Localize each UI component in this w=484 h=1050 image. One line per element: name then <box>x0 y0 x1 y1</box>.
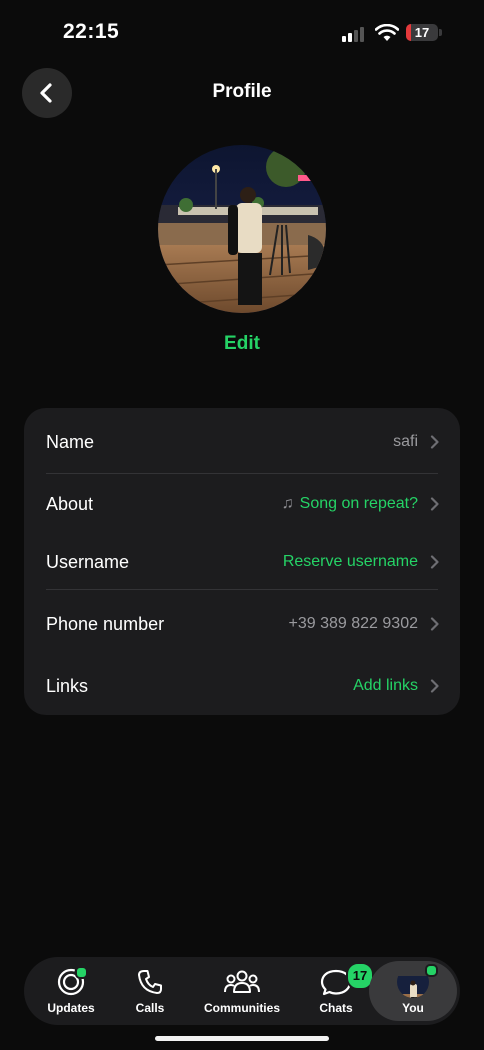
tab-bar: Updates Calls Communities 17 Chats You <box>24 957 460 1025</box>
updates-dot <box>75 966 88 979</box>
wifi-icon <box>375 24 399 41</box>
profile-info-card: Name safi About ♫ Song on repeat? Usernam… <box>24 408 460 715</box>
row-value: ♫ Song on repeat? <box>282 473 418 535</box>
edit-photo-button[interactable]: Edit <box>0 333 484 355</box>
row-links[interactable]: Links Add links <box>24 655 460 717</box>
tab-communities[interactable]: Communities <box>192 957 292 1025</box>
divider <box>46 589 438 590</box>
row-value: Add links <box>353 677 418 694</box>
phone-icon <box>138 970 162 994</box>
row-label: Links <box>46 676 89 696</box>
battery-icon: 17 <box>406 24 442 42</box>
row-phone-number[interactable]: Phone number +39 389 822 9302 <box>24 593 460 655</box>
row-username[interactable]: Username Reserve username <box>24 531 460 593</box>
tab-label: Updates <box>47 1001 95 1015</box>
tab-label: You <box>402 1001 424 1015</box>
tab-label: Chats <box>319 1001 353 1015</box>
home-indicator <box>155 1036 329 1041</box>
row-about[interactable]: About ♫ Song on repeat? <box>24 473 460 535</box>
row-value: +39 389 822 9302 <box>288 615 418 632</box>
chevron-right-icon <box>430 497 439 511</box>
tab-label: Communities <box>203 1001 280 1015</box>
row-name[interactable]: Name safi <box>24 411 460 473</box>
row-label: Name <box>46 432 95 452</box>
tab-chats[interactable]: 17 Chats <box>304 957 374 1025</box>
music-note-icon: ♫ <box>281 495 294 512</box>
status-dot <box>425 964 438 977</box>
row-label: About <box>46 494 94 514</box>
chevron-right-icon <box>430 435 439 449</box>
chevron-right-icon <box>430 679 439 693</box>
chevron-right-icon <box>430 555 439 569</box>
tab-you[interactable]: You <box>369 957 457 1025</box>
row-value: safi <box>393 433 418 450</box>
row-value: Reserve username <box>282 553 418 570</box>
row-label: Phone number <box>46 614 165 634</box>
tab-label: Calls <box>135 1001 165 1015</box>
chevron-right-icon <box>430 617 439 631</box>
tab-updates[interactable]: Updates <box>24 957 118 1025</box>
status-time: 22:15 <box>63 20 120 43</box>
signal-icon <box>342 27 364 42</box>
profile-photo[interactable] <box>158 145 326 313</box>
page-title: Profile <box>212 81 272 102</box>
tab-calls[interactable]: Calls <box>118 957 182 1025</box>
communities-icon <box>224 970 260 993</box>
about-text: Song on repeat? <box>299 495 418 512</box>
status-bar: 22:15 17 <box>0 0 484 60</box>
row-label: Username <box>46 552 130 572</box>
battery-level: 17 <box>414 25 430 40</box>
